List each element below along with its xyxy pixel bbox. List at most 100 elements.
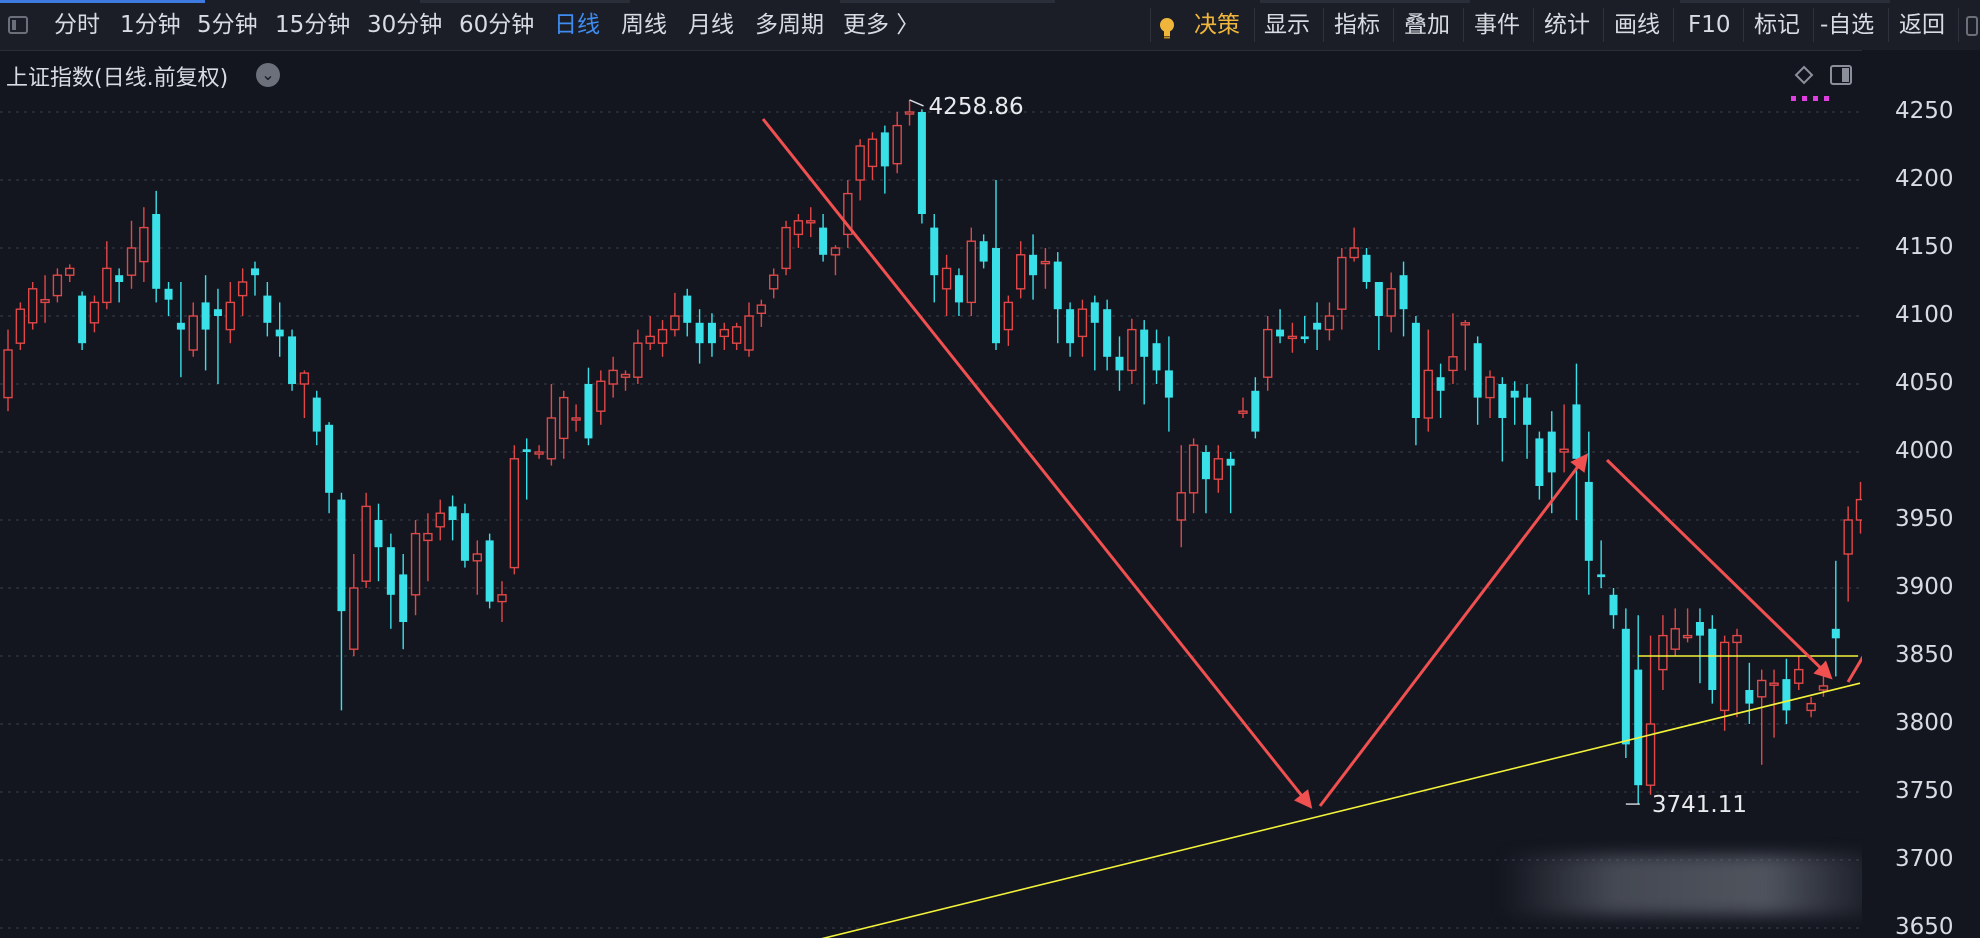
overlay-button[interactable]: 叠加 <box>1404 10 1450 40</box>
period-toolbar: 分时 1分钟 5分钟 15分钟 30分钟 60分钟 日线 周线 月线 多周期 更… <box>0 0 1980 51</box>
toolbar-divider <box>1533 8 1534 42</box>
toolbar-divider <box>1813 8 1814 42</box>
candle-up <box>1176 492 1186 521</box>
indicator-button[interactable]: 指标 <box>1334 10 1380 40</box>
candle-down <box>1300 336 1309 340</box>
stock-chart-app: 分时 1分钟 5分钟 15分钟 30分钟 60分钟 日线 周线 月线 多周期 更… <box>0 0 1980 938</box>
candle-down <box>584 384 593 439</box>
remove-watchlist-button[interactable]: -自选 <box>1820 10 1874 40</box>
candle-down <box>1053 261 1062 310</box>
candle-down <box>164 288 173 300</box>
candle-down <box>1695 622 1704 636</box>
tab-daily[interactable]: 日线 <box>554 10 600 40</box>
back-button[interactable]: 返回 <box>1899 10 1945 40</box>
statistics-button[interactable]: 统计 <box>1544 10 1590 40</box>
y-tick-label: 4250 <box>1895 98 1954 124</box>
candle-down <box>695 322 704 344</box>
decision-button[interactable]: 决策 <box>1194 10 1240 40</box>
candle-down <box>1066 309 1075 344</box>
candle-down <box>1411 322 1420 418</box>
tab-30min[interactable]: 30分钟 <box>367 10 442 40</box>
y-tick-label: 3900 <box>1895 574 1954 600</box>
toolbar-divider <box>1743 8 1744 42</box>
chevron-down-icon[interactable]: ⌄ <box>256 63 280 87</box>
tab-monthly[interactable]: 月线 <box>688 10 734 40</box>
candle-down <box>1523 397 1532 425</box>
candle-up <box>1806 702 1816 712</box>
tab-15min[interactable]: 15分钟 <box>275 10 350 40</box>
candle-up <box>102 267 112 304</box>
candle-up <box>1670 628 1680 650</box>
candle-up <box>1460 322 1471 326</box>
candle-up <box>1016 254 1026 290</box>
tab-fenshi[interactable]: 分时 <box>54 10 100 40</box>
candle-up <box>65 267 75 276</box>
toolbar-divider <box>1393 8 1394 42</box>
candle-down <box>460 513 469 561</box>
trend-arrow <box>1605 458 1833 680</box>
candle-up <box>361 505 371 582</box>
candle-down <box>386 547 395 595</box>
candle-down <box>448 506 457 520</box>
candle-up <box>1794 668 1804 684</box>
mark-button[interactable]: 标记 <box>1754 10 1800 40</box>
bulb-icon <box>1160 18 1174 39</box>
candle-up <box>3 349 13 399</box>
candle-up <box>830 247 841 256</box>
y-tick-label: 4150 <box>1895 234 1954 260</box>
candle-up <box>1127 328 1137 372</box>
candle-up <box>966 240 976 304</box>
tab-60min[interactable]: 60分钟 <box>459 10 534 40</box>
toolbar-overflow-handle[interactable] <box>1966 16 1978 36</box>
toolbar-divider <box>1673 8 1674 42</box>
tab-1min[interactable]: 1分钟 <box>120 10 181 40</box>
candle-down <box>1547 431 1556 473</box>
candle-down <box>1090 302 1099 323</box>
tab-more[interactable]: 更多 〉 <box>843 10 919 40</box>
candle-down <box>1535 438 1544 486</box>
panel-split-icon[interactable] <box>1830 65 1852 85</box>
candle-down <box>1201 452 1210 480</box>
panel-toggle-icon[interactable] <box>8 16 28 34</box>
toolbar-divider <box>1958 8 1959 42</box>
candle-down <box>1782 679 1791 711</box>
tab-multi-period[interactable]: 多周期 <box>755 10 824 40</box>
candle-up <box>1238 410 1248 414</box>
tab-strip-segment <box>1680 0 1890 3</box>
candle-up <box>1559 448 1569 453</box>
candle-up <box>1448 356 1458 372</box>
chart-tools <box>1791 64 1861 108</box>
y-tick-label: 3700 <box>1895 846 1954 872</box>
candle-down <box>312 397 321 432</box>
candle-down <box>251 268 259 276</box>
draw-line-button[interactable]: 画线 <box>1614 10 1660 40</box>
candle-up <box>423 532 433 542</box>
candle-up <box>410 532 421 596</box>
price-axis[interactable]: 3650 3700 3750 3800 3850 3900 3950 4000 4050 4100… <box>1862 50 1980 938</box>
y-tick-label: 3650 <box>1895 914 1954 938</box>
candle-up <box>941 267 952 290</box>
events-button[interactable]: 事件 <box>1474 10 1520 40</box>
candle-down <box>1831 628 1840 639</box>
display-button[interactable]: 显示 <box>1264 10 1310 40</box>
candle-up <box>1349 247 1359 259</box>
tab-weekly[interactable]: 周线 <box>621 10 667 40</box>
candle-up <box>435 512 445 528</box>
candle-down <box>683 295 692 323</box>
diamond-icon[interactable] <box>1794 65 1814 85</box>
toolbar-divider <box>1254 8 1255 42</box>
obscured-area <box>1500 855 1880 915</box>
candle-up <box>52 274 63 297</box>
toolbar-divider <box>1603 8 1604 42</box>
candle-up <box>237 281 248 297</box>
candle-down <box>288 336 297 384</box>
candle-down <box>1164 370 1173 398</box>
candle-up <box>497 594 507 603</box>
tab-5min[interactable]: 5分钟 <box>197 10 258 40</box>
candle-down <box>1276 329 1285 337</box>
f10-button[interactable]: F10 <box>1688 10 1731 40</box>
candle-down <box>1436 377 1445 391</box>
candlestick-chart[interactable]: 4258.86 3741.11 <box>0 50 1862 938</box>
candle-up <box>299 372 310 385</box>
dots-icon[interactable] <box>1791 96 1829 101</box>
